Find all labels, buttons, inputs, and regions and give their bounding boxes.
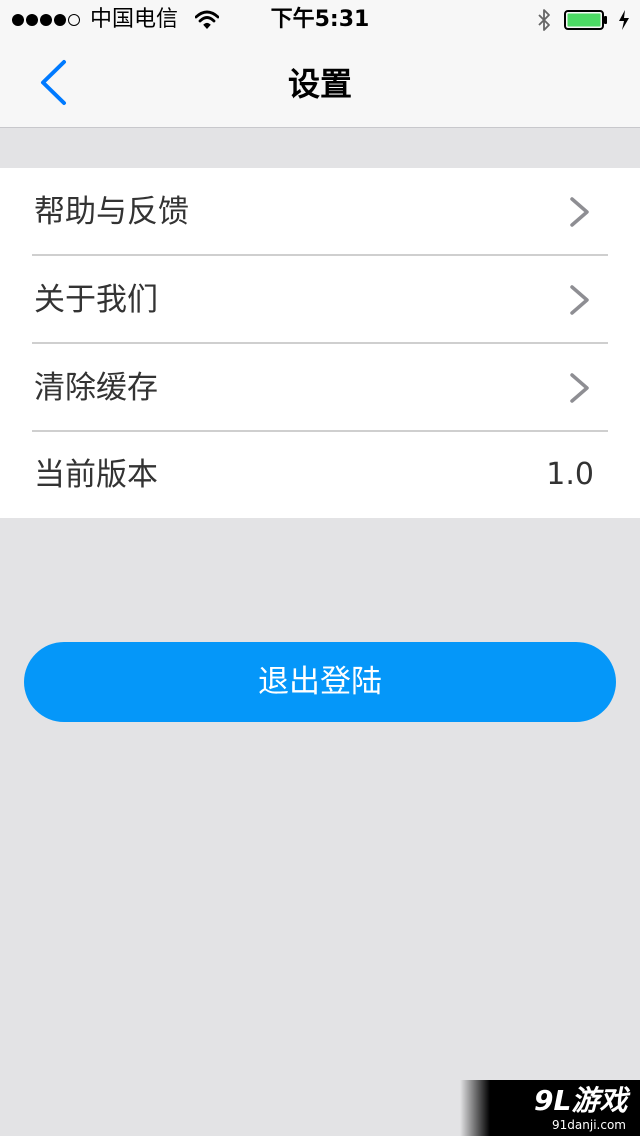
- page-title: 设置: [287, 65, 352, 103]
- settings-item-current-version: 当前版本 1.0: [0, 432, 640, 518]
- chevron-right-icon: [570, 373, 589, 403]
- navigation-bar: 设置: [0, 40, 640, 128]
- watermark-url: 91danji.com: [552, 1118, 626, 1132]
- settings-item-label: 关于我们: [34, 282, 158, 318]
- logout-button[interactable]: 退出登陆: [24, 642, 616, 722]
- battery-icon: [564, 10, 607, 30]
- settings-item-about-us[interactable]: 关于我们: [0, 256, 640, 344]
- chevron-right-icon: [570, 285, 589, 315]
- settings-list: 帮助与反馈 关于我们 清除缓存 当前版本 1.0: [0, 168, 640, 518]
- charging-icon: [619, 10, 629, 30]
- settings-item-help-feedback[interactable]: 帮助与反馈: [0, 168, 640, 256]
- settings-item-label: 帮助与反馈: [34, 194, 189, 230]
- settings-item-label: 清除缓存: [34, 370, 158, 406]
- bluetooth-icon: [538, 9, 550, 31]
- settings-item-label: 当前版本: [34, 457, 158, 493]
- status-bar: 中国电信 下午5:31: [0, 0, 640, 40]
- version-value: 1.0: [546, 457, 594, 492]
- settings-item-clear-cache[interactable]: 清除缓存: [0, 344, 640, 432]
- watermark-logo: 9L游戏: [534, 1084, 628, 1117]
- chevron-right-icon: [570, 197, 589, 227]
